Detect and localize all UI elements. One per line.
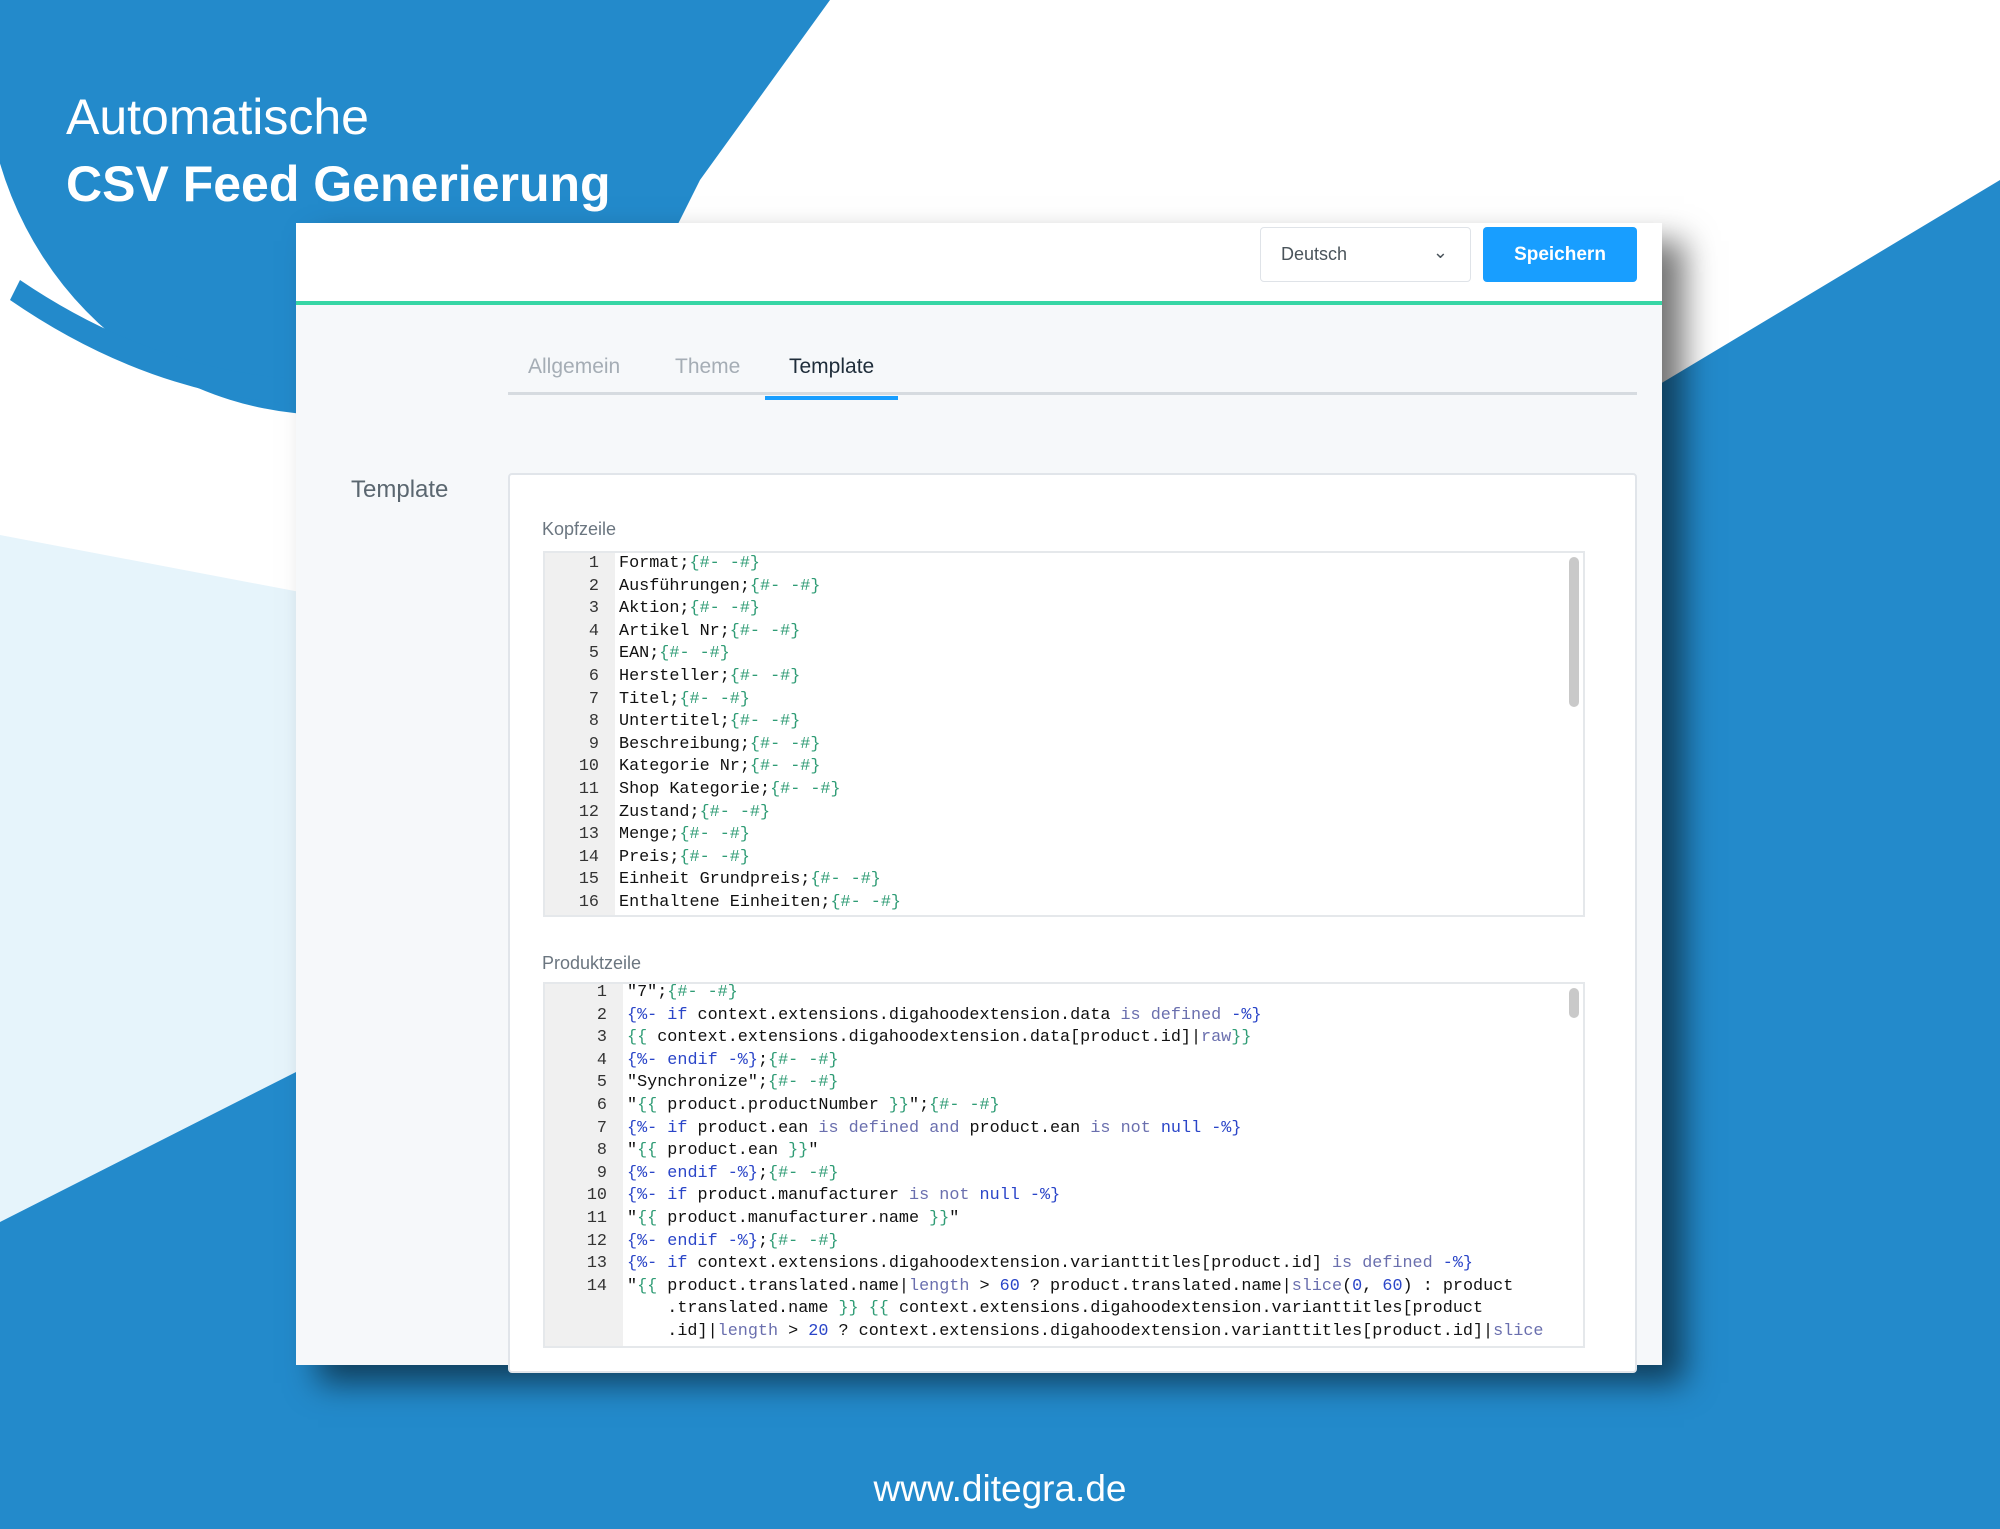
code-line: Ausführungen;{#- -#} [619, 576, 821, 596]
template-card: Kopfzeile 1 Format;{#- -#} 2 Ausführungen;{… [508, 473, 1637, 1373]
line-number: 5 [596, 1073, 607, 1093]
code-line: "{{ product.productNumber }}";{#- -#} [627, 1096, 1000, 1115]
code-line: Kategorie Nr;{#- -#} [619, 757, 821, 777]
line-number: 11 [578, 780, 599, 799]
kopfzeile-label: Kopfzeile [542, 519, 617, 539]
code-line: Aktion;{#- -#} [619, 599, 760, 619]
line-number: 13 [586, 1254, 607, 1274]
code-line: Enthaltene Einheiten;{#- -#} [619, 893, 901, 912]
panel-header: Deutsch ⌄ Speichern [296, 223, 1662, 305]
code-line: {%- if context.extensions.digahoodextens… [627, 1254, 1473, 1274]
line-number: 14 [578, 847, 599, 867]
line-number: 9 [588, 734, 599, 754]
code-line: "{{ product.manufacturer.name }}" [627, 1209, 960, 1228]
line-number: 10 [578, 757, 599, 777]
line-number: 8 [588, 712, 599, 732]
chevron-down-icon: ⌄ [1432, 242, 1448, 262]
line-number: 16 [578, 893, 599, 912]
tab-theme[interactable]: Theme [675, 355, 740, 379]
code-line: Beschreibung;{#- -#} [619, 734, 821, 754]
save-button[interactable]: Speichern [1483, 227, 1637, 282]
line-number: 2 [596, 1005, 607, 1025]
line-number: 7 [596, 1118, 607, 1138]
language-select[interactable]: Deutsch ⌄ [1260, 227, 1471, 282]
code-line: Format;{#- -#} [619, 554, 760, 573]
tab-bar: Allgemein Theme Template [508, 343, 1637, 400]
hero-title-line1: Automatische [66, 89, 369, 145]
code-line: Shop Kategorie;{#- -#} [619, 780, 841, 799]
hero-title-line2: CSV Feed Generierung [66, 156, 611, 212]
line-number: 6 [596, 1096, 607, 1115]
code-line: "{{ product.translated.name|length > 60 … [627, 1276, 1544, 1341]
code-line: Menge;{#- -#} [619, 825, 750, 845]
tab-allgemein[interactable]: Allgemein [528, 355, 620, 379]
line-number: 11 [586, 1209, 607, 1228]
line-number: 15 [578, 870, 599, 890]
code-line: {{ context.extensions.digahoodextension.… [627, 1028, 1252, 1048]
produktzeile-label: Produktzeile [542, 953, 642, 973]
line-number: 1 [596, 983, 607, 1002]
line-number: 12 [578, 802, 599, 822]
scrollbar[interactable] [1569, 988, 1579, 1018]
code-line: Hersteller;{#- -#} [619, 667, 801, 686]
code-line: "Synchronize";{#- -#} [627, 1073, 839, 1093]
line-number: 5 [588, 644, 599, 664]
line-number: 3 [596, 1028, 607, 1048]
line-number: 12 [586, 1231, 607, 1251]
line-number: 2 [588, 576, 599, 596]
code-line: Preis;{#- -#} [619, 847, 750, 867]
kopfzeile-editor[interactable]: 1 Format;{#- -#} 2 Ausführungen;{#- -#} 3 Akt… [543, 551, 1585, 917]
line-number: 3 [588, 599, 599, 619]
code-line: Zustand;{#- -#} [619, 802, 771, 822]
code-line: {%- endif -%};{#- -#} [627, 1231, 839, 1251]
footer-url: www.ditegra.de [873, 1468, 1127, 1509]
code-line: Einheit Grundpreis;{#- -#} [619, 870, 881, 890]
line-number: 4 [596, 1050, 607, 1070]
code-line: {%- endif -%};{#- -#} [627, 1050, 839, 1070]
code-line: {%- if product.manufacturer is not null … [627, 1186, 1061, 1206]
line-number: 14 [586, 1276, 607, 1296]
code-line: {%- if product.ean is defined and produc… [627, 1118, 1242, 1138]
line-number: 7 [588, 689, 599, 709]
section-label: Template [351, 476, 449, 503]
produktzeile-editor[interactable]: 1 "7";{#- -#} 2 {%- if context.extensions.d… [543, 982, 1585, 1348]
code-line: EAN;{#- -#} [619, 644, 730, 664]
line-number: 10 [586, 1186, 607, 1206]
code-line: Untertitel;{#- -#} [619, 712, 801, 732]
scrollbar[interactable] [1569, 557, 1579, 707]
code-line: {%- endif -%};{#- -#} [627, 1163, 839, 1183]
line-number: 9 [596, 1163, 607, 1183]
code-line: "{{ product.ean }}" [627, 1141, 819, 1161]
settings-panel: Deutsch ⌄ Speichern Allgemein Theme Temp… [296, 223, 1662, 1373]
language-select-value: Deutsch [1281, 244, 1348, 264]
tab-template[interactable]: Template [765, 355, 899, 400]
line-number: 8 [596, 1141, 607, 1161]
code-line: Titel;{#- -#} [619, 689, 750, 709]
line-number: 4 [588, 621, 599, 641]
line-number: 1 [588, 554, 599, 573]
line-number: 6 [588, 667, 599, 686]
code-line: {%- if context.extensions.digahoodextens… [627, 1005, 1262, 1025]
code-line: "7";{#- -#} [627, 983, 738, 1002]
line-number: 13 [578, 825, 599, 845]
code-line: Artikel Nr;{#- -#} [619, 621, 801, 641]
